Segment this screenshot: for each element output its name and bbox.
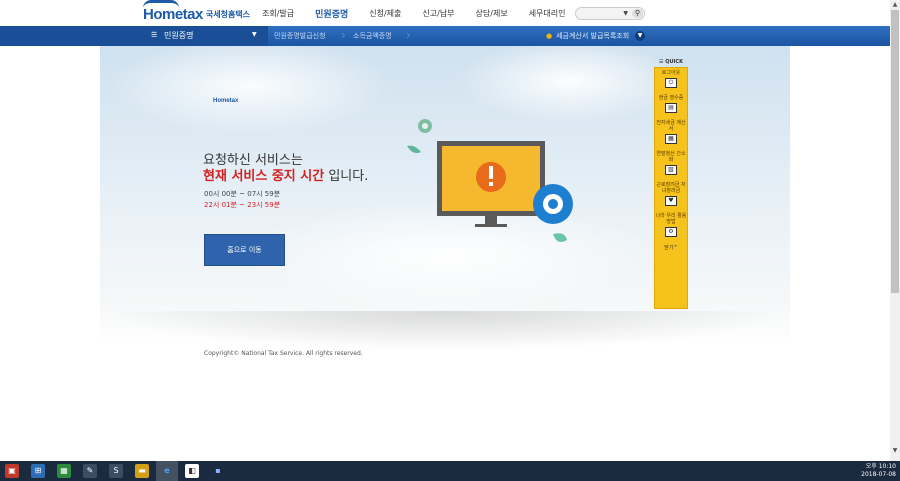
- logout-icon: ⏻: [665, 78, 677, 88]
- nav-item-certificate[interactable]: 민원증명: [315, 7, 348, 20]
- nav-item-report[interactable]: 신고/납부: [422, 8, 454, 20]
- invoice-list-link[interactable]: ● 세금계산서 발급목록조회: [546, 31, 629, 41]
- menu-icon[interactable]: ☰: [151, 31, 157, 39]
- quick-menu-body: 로그아웃 ⏻ 현금 영수증 ▤ 전자세금 계산서 ▦ 연말정산 간소화 ▧ 근로장려금 …: [654, 67, 688, 309]
- bullet-icon: ●: [546, 32, 553, 40]
- main-content: Hometax 요청하신 서비스는 현재 서비스 중지 시간 입니다. 00시 …: [0, 46, 890, 461]
- search-icon[interactable]: ⚲: [632, 9, 643, 18]
- quick-close-label: 닫기: [664, 245, 674, 251]
- main-nav: 조회/발급 민원증명 신청/제출 신고/납부 상담/제보 세무대리인: [262, 8, 587, 20]
- windows-taskbar: ▣ ⊞ ▦ ✎ S ▬ e ◧ ▪ 오후 10:10 2018-07-08: [0, 461, 900, 481]
- quick-item-incentive[interactable]: 근로장려금 자녀장려금 ♥: [655, 182, 687, 206]
- sub-nav-title[interactable]: 민원증명: [164, 30, 193, 41]
- internet-explorer-icon[interactable]: e: [160, 464, 174, 478]
- floor-shadow: [110, 311, 780, 351]
- nav-item-application[interactable]: 신청/제출: [369, 8, 401, 20]
- maintenance-monitor-illustration: [407, 119, 573, 242]
- quick-item-label: 나라 우리 활용방법: [655, 213, 687, 225]
- quick-item-label: 연말정산 간소화: [656, 151, 686, 163]
- app-icon-9[interactable]: ▪: [211, 464, 225, 478]
- app-icon-8[interactable]: ◧: [185, 464, 199, 478]
- hometax-logo[interactable]: Hometax 국세청홈택스: [143, 0, 251, 23]
- incentive-icon: ♥: [665, 196, 677, 206]
- quick-item-logout[interactable]: 로그아웃 ⏻: [655, 70, 687, 88]
- app-icon-5[interactable]: S: [109, 464, 123, 478]
- small-gear-icon: [418, 119, 432, 133]
- nav-item-consult[interactable]: 상담/제보: [476, 8, 508, 20]
- downtime-range-1: 00시 00분 ~ 07시 59분: [204, 190, 281, 198]
- top-header: Hometax 국세청홈택스 조회/발급 민원증명 신청/제출 신고/납부 상담…: [0, 0, 890, 26]
- app-icon-2[interactable]: ⊞: [31, 464, 45, 478]
- breadcrumb-item-income[interactable]: 소득금액증명: [353, 31, 392, 41]
- go-home-button[interactable]: 홈으로 이동: [204, 234, 285, 266]
- scroll-thumb[interactable]: [891, 10, 899, 293]
- quick-item-year-end[interactable]: 연말정산 간소화 ▧: [655, 151, 687, 175]
- breadcrumb-separator: ›: [341, 28, 346, 42]
- nav-item-agent[interactable]: 세무대리인: [529, 8, 566, 20]
- vertical-scrollbar[interactable]: ▲ ▼: [890, 0, 900, 461]
- quick-menu-header: ☰ QUICK: [654, 57, 688, 67]
- folder-icon[interactable]: ▬: [135, 464, 149, 478]
- invoice-list-label: 세금계산서 발급목록조회: [556, 32, 630, 40]
- app-icon-4[interactable]: ✎: [83, 464, 97, 478]
- app-icon-1[interactable]: ▣: [5, 464, 19, 478]
- breadcrumb-item-application[interactable]: 민원증명발급신청: [274, 31, 326, 41]
- copyright-text: Copyright© National Tax Service. All rig…: [204, 350, 363, 357]
- quick-item-label: 근로장려금 자녀장려금: [656, 182, 686, 194]
- service-stop-highlight: 현재 서비스 중지 시간: [203, 169, 325, 184]
- clock-time: 오후 10:10: [865, 463, 896, 470]
- leaf-icon: [407, 145, 421, 154]
- quick-menu-title: QUICK: [665, 59, 683, 65]
- quick-menu: ☰ QUICK 로그아웃 ⏻ 현금 영수증 ▤ 전자세금 계산서 ▦ 연말정산 간소화…: [654, 57, 688, 309]
- invoice-icon: ▦: [665, 134, 677, 144]
- receipt-icon: ▤: [665, 103, 677, 113]
- logo-roof-icon: [143, 0, 179, 8]
- quick-item-label: 로그아웃: [661, 70, 681, 76]
- excel-icon[interactable]: ▦: [57, 464, 71, 478]
- leaf-icon: [553, 233, 567, 242]
- service-message-suffix: 입니다.: [324, 169, 369, 184]
- small-hometax-logo: Hometax: [213, 98, 239, 104]
- downtime-range-2: 22시 01분 ~ 23시 59분: [204, 201, 281, 209]
- gear-icon: [533, 184, 573, 224]
- scroll-up-icon[interactable]: ▲: [890, 0, 900, 10]
- breadcrumb-separator: ›: [406, 28, 411, 42]
- logo-text: Hometax: [143, 6, 203, 23]
- quick-item-label: 현금 영수증: [658, 95, 684, 101]
- clock-date: 2018-07-08: [861, 471, 896, 478]
- logo-subtitle: 국세청홈택스: [205, 10, 251, 19]
- quick-menu-close[interactable]: 닫기^: [655, 244, 687, 251]
- system-clock[interactable]: 오후 10:10 2018-07-08: [861, 463, 896, 479]
- quick-item-label: 전자세금 계산서: [656, 120, 686, 132]
- sub-nav-menu[interactable]: [0, 26, 268, 46]
- sub-nav-bar: ☰ 민원증명 ▼ 민원증명발급신청 › 소득금액증명 › ● 세금계산서 발급목록…: [0, 26, 890, 46]
- warning-icon: [476, 162, 506, 192]
- chevron-down-icon[interactable]: ▼: [252, 31, 257, 38]
- service-message-line2: 현재 서비스 중지 시간 입니다.: [203, 165, 368, 184]
- chevron-down-icon[interactable]: ▼: [635, 31, 645, 41]
- tax-settlement-icon: ▧: [665, 165, 677, 175]
- quick-item-guide[interactable]: 나라 우리 활용방법 ⚙: [655, 213, 687, 237]
- chevron-down-icon[interactable]: ▼: [623, 10, 628, 17]
- chevron-up-icon: ^: [673, 245, 678, 251]
- scroll-down-icon[interactable]: ▼: [890, 446, 900, 456]
- quick-item-cash-receipt[interactable]: 현금 영수증 ▤: [655, 95, 687, 113]
- nav-item-inquiry[interactable]: 조회/발급: [262, 8, 294, 20]
- quick-item-e-invoice[interactable]: 전자세금 계산서 ▦: [655, 120, 687, 144]
- settings-icon: ⚙: [665, 227, 677, 237]
- search-input[interactable]: ▼ ⚲: [575, 7, 645, 20]
